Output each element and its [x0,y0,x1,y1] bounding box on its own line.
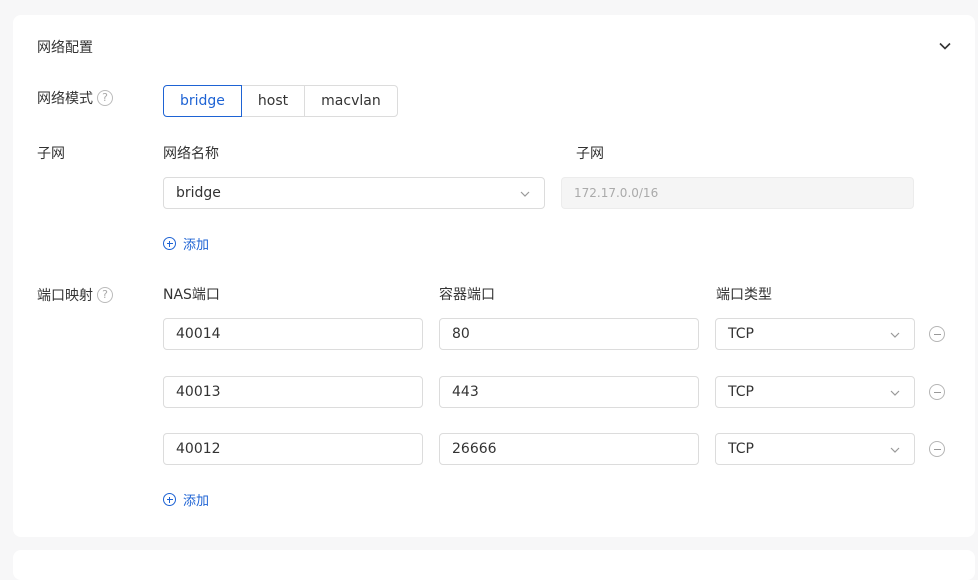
container-port-input[interactable]: 80 [439,318,699,350]
remove-row-icon[interactable] [929,326,945,342]
network-mode-label: 网络模式 ? [37,88,113,108]
subnet-header: 子网 [576,146,604,162]
chevron-down-icon [520,191,530,197]
remove-row-icon[interactable] [929,441,945,457]
mode-macvlan-button[interactable]: macvlan [304,85,398,117]
network-name-select[interactable]: bridge [163,177,545,209]
section-title: 网络配置 [37,40,93,56]
port-type-value: TCP [728,326,754,342]
port-type-value: TCP [728,384,754,400]
add-subnet-label: 添加 [183,238,210,253]
chevron-down-icon [890,332,900,338]
network-config-card: 网络配置 网络模式 ? bridge host macvlan 子网 网络名称 … [13,15,975,537]
network-name-header: 网络名称 [163,146,219,162]
port-type-value: TCP [728,441,754,457]
nas-port-input[interactable]: 40013 [163,376,423,408]
network-mode-segmented: bridge host macvlan [163,85,398,117]
chevron-down-icon[interactable] [938,39,952,53]
mode-bridge-button[interactable]: bridge [163,85,242,117]
network-name-value: bridge [176,185,221,201]
subnet-label: 子网 [37,146,65,162]
port-mapping-label: 端口映射 ? [37,285,113,305]
nas-port-header: NAS端口 [163,287,220,303]
container-port-input[interactable]: 443 [439,376,699,408]
plus-circle-icon [163,237,176,250]
subnet-input: 172.17.0.0/16 [561,177,914,209]
next-section-card [13,550,975,580]
port-type-select[interactable]: TCP [715,318,915,350]
port-type-header: 端口类型 [716,287,772,303]
nas-port-input[interactable]: 40014 [163,318,423,350]
port-type-select[interactable]: TCP [715,433,915,465]
help-icon[interactable]: ? [97,90,113,106]
add-port-label: 添加 [183,494,210,509]
container-port-input[interactable]: 26666 [439,433,699,465]
nas-port-input[interactable]: 40012 [163,433,423,465]
chevron-down-icon [890,390,900,396]
add-port-button[interactable]: 添加 [163,490,209,509]
container-port-header: 容器端口 [439,287,495,303]
port-type-select[interactable]: TCP [715,376,915,408]
chevron-down-icon [890,447,900,453]
add-subnet-button[interactable]: 添加 [163,234,209,253]
mode-host-button[interactable]: host [240,85,306,117]
help-icon[interactable]: ? [97,287,113,303]
plus-circle-icon [163,493,176,506]
remove-row-icon[interactable] [929,384,945,400]
